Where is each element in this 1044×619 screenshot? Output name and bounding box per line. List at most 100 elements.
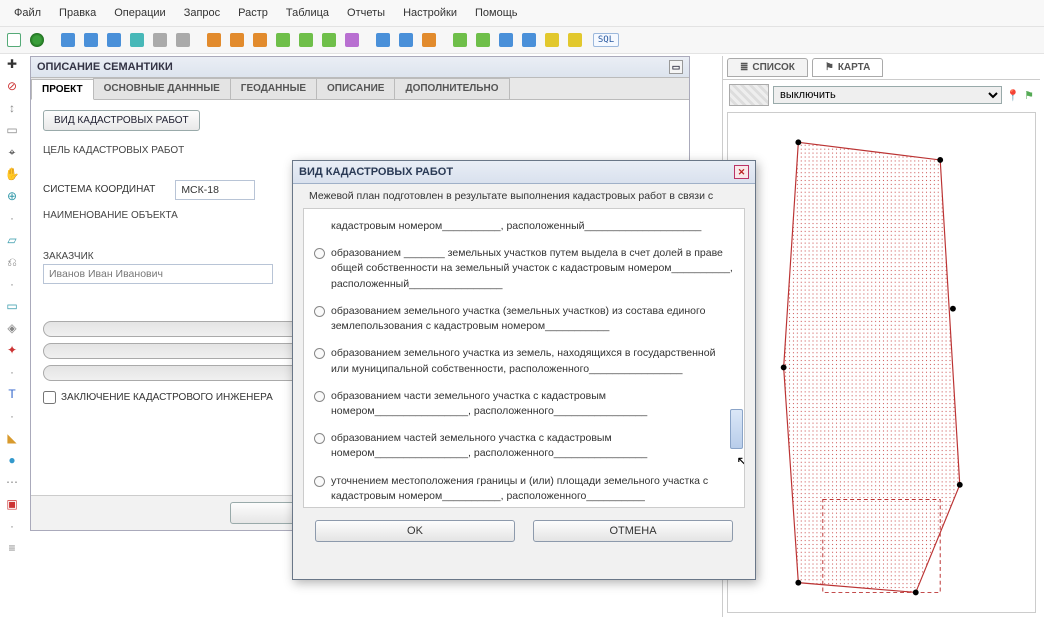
tool-icon-11[interactable] [296, 30, 316, 50]
tool-icon-15[interactable] [396, 30, 416, 50]
tool-icon-1[interactable] [58, 30, 78, 50]
tool-icon-8[interactable] [227, 30, 247, 50]
tool-icon-10[interactable] [273, 30, 293, 50]
menu-operations[interactable]: Операции [106, 4, 173, 22]
radio-icon[interactable] [314, 248, 325, 259]
left-tool-14[interactable]: ✦ [2, 340, 22, 360]
tab-additional[interactable]: ДОПОЛНИТЕЛЬНО [394, 78, 509, 99]
tab-basic-data[interactable]: ОСНОВНЫЕ ДАНННЫЕ [93, 78, 231, 99]
tool-icon-20[interactable] [519, 30, 539, 50]
map-icon: ⚑ [825, 62, 834, 73]
menu-raster[interactable]: Растр [230, 4, 276, 22]
tool-icon-14[interactable] [373, 30, 393, 50]
option-text[interactable]: образованием _______ земельных участков … [331, 246, 734, 292]
menu-bar: Файл Правка Операции Запрос Растр Таблиц… [0, 0, 1044, 26]
tool-icon-5[interactable] [150, 30, 170, 50]
tab-map[interactable]: ⚑ КАРТА [812, 58, 884, 77]
left-tool-5[interactable]: ⌖ [2, 142, 22, 162]
radio-icon[interactable] [314, 476, 325, 487]
radio-icon[interactable] [314, 348, 325, 359]
left-tool-11[interactable]: · [2, 274, 22, 294]
tab-project[interactable]: ПРОЕКТ [31, 79, 94, 100]
option-text[interactable]: кадастровым номером__________, расположе… [331, 219, 701, 234]
tool-icon-12[interactable] [319, 30, 339, 50]
tool-icon-17[interactable] [450, 30, 470, 50]
left-tool-17[interactable]: · [2, 406, 22, 426]
option-text[interactable]: образованием части земельного участка с … [331, 389, 734, 419]
tab-list[interactable]: ≣ СПИСОК [727, 58, 808, 77]
customer-input[interactable]: Иванов Иван Иванович [43, 264, 273, 284]
dialog-ok-button[interactable]: OK [315, 520, 515, 542]
dialog-title: ВИД КАДАСТРОВЫХ РАБОТ [299, 166, 453, 178]
menu-table[interactable]: Таблица [278, 4, 337, 22]
tool-icon-2[interactable] [81, 30, 101, 50]
dialog-scrollbar-thumb[interactable] [730, 409, 743, 449]
label-goal: ЦЕЛЬ КАДАСТРОВЫХ РАБОТ [43, 145, 677, 156]
option-text[interactable]: образованием частей земельного участка с… [331, 431, 734, 461]
left-tool-18[interactable]: ◣ [2, 428, 22, 448]
menu-edit[interactable]: Правка [51, 4, 104, 22]
left-tool-10[interactable]: ⎌ [2, 252, 22, 272]
marker-icon[interactable]: 📍 [1006, 89, 1020, 102]
tool-icon-13[interactable] [342, 30, 362, 50]
map-thumbnail-icon[interactable] [729, 84, 769, 106]
tool-icon-18[interactable] [473, 30, 493, 50]
left-tool-16[interactable]: T [2, 384, 22, 404]
left-tool-2[interactable]: ⊘ [2, 76, 22, 96]
tool-icon-21[interactable] [542, 30, 562, 50]
left-tool-4[interactable]: ▭ [2, 120, 22, 140]
option-text[interactable]: образованием земельного участка (земельн… [331, 304, 734, 334]
tool-icon-9[interactable] [250, 30, 270, 50]
engineer-conclusion-checkbox[interactable] [43, 391, 56, 404]
option-text[interactable]: уточнением местоположения границы и (или… [331, 474, 734, 504]
map-canvas[interactable] [727, 112, 1036, 613]
dialog-cancel-button[interactable]: ОТМЕНА [533, 520, 733, 542]
panel-title-text: ОПИСАНИЕ СЕМАНТИКИ [37, 61, 173, 73]
left-tool-7[interactable]: ⊕ [2, 186, 22, 206]
coordsys-value[interactable]: МСК-18 [175, 180, 255, 200]
radio-icon[interactable] [314, 433, 325, 444]
tool-icon-3[interactable] [104, 30, 124, 50]
left-tool-8[interactable]: · [2, 208, 22, 228]
dialog-options-list: кадастровым номером__________, расположе… [303, 208, 745, 508]
flag-icon[interactable]: ⚑ [1024, 89, 1034, 102]
left-tool-22[interactable]: · [2, 516, 22, 536]
tool-icon-16[interactable] [419, 30, 439, 50]
mouse-cursor-icon: ↖ [736, 453, 745, 470]
left-tool-19[interactable]: ● [2, 450, 22, 470]
tool-icon-22[interactable] [565, 30, 585, 50]
menu-file[interactable]: Файл [6, 4, 49, 22]
left-tool-12[interactable]: ▭ [2, 296, 22, 316]
menu-help[interactable]: Помощь [467, 4, 526, 22]
left-tool-23[interactable]: ≡ [2, 538, 22, 558]
option-text[interactable]: образованием земельного участка из земел… [331, 346, 734, 376]
left-tool-21[interactable]: ▣ [2, 494, 22, 514]
tool-icon-6[interactable] [173, 30, 193, 50]
radio-icon[interactable] [314, 306, 325, 317]
left-tool-15[interactable]: · [2, 362, 22, 382]
left-tool-13[interactable]: ◈ [2, 318, 22, 338]
radio-icon[interactable] [314, 391, 325, 402]
menu-settings[interactable]: Настройки [395, 4, 465, 22]
tool-icon-4[interactable] [127, 30, 147, 50]
dialog-close-icon[interactable]: ✕ [734, 165, 749, 179]
tab-description[interactable]: ОПИСАНИЕ [316, 78, 395, 99]
left-tool-6[interactable]: ✋ [2, 164, 22, 184]
left-tool-1[interactable]: ✚ [2, 54, 22, 74]
tool-sql-button[interactable]: SQL [596, 30, 616, 50]
tool-icon-19[interactable] [496, 30, 516, 50]
tab-geodata[interactable]: ГЕОДАННЫЕ [230, 78, 317, 99]
map-mode-dropdown[interactable]: выключить [773, 86, 1002, 104]
left-tool-20[interactable]: ⋯ [2, 472, 22, 492]
work-kind-button[interactable]: ВИД КАДАСТРОВЫХ РАБОТ [43, 110, 200, 131]
label-coordsys: СИСТЕМА КООРДИНАТ [43, 184, 155, 195]
left-tool-9[interactable]: ▱ [2, 230, 22, 250]
panel-collapse-icon[interactable]: ▭ [669, 60, 683, 74]
tool-new-icon[interactable] [4, 30, 24, 50]
left-tool-3[interactable]: ↕ [2, 98, 22, 118]
tool-globe-icon[interactable] [27, 30, 47, 50]
tool-icon-7[interactable] [204, 30, 224, 50]
menu-reports[interactable]: Отчеты [339, 4, 393, 22]
list-icon: ≣ [740, 62, 748, 73]
menu-query[interactable]: Запрос [176, 4, 228, 22]
